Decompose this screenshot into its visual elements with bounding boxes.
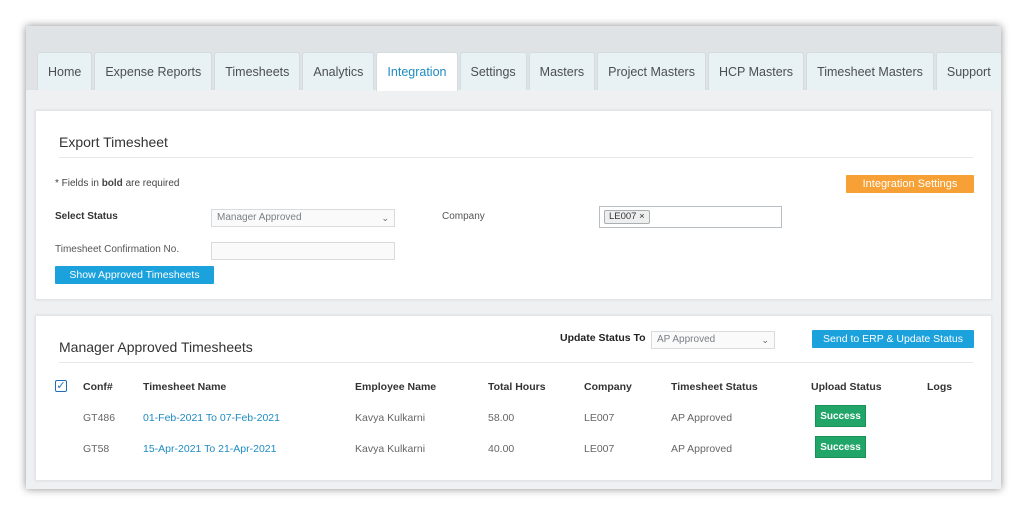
- update-status-value: AP Approved: [657, 334, 716, 345]
- tab-integration[interactable]: Integration: [376, 52, 458, 91]
- tab-masters[interactable]: Masters: [528, 52, 596, 90]
- confirmation-number-input[interactable]: [211, 242, 395, 260]
- select-status-dropdown[interactable]: Manager Approved ⌄: [211, 209, 395, 227]
- column-header-total-hours: Total Hours: [488, 381, 546, 393]
- app-window: Home Expense Reports Timesheets Analytic…: [26, 26, 1001, 489]
- export-timesheet-title: Export Timesheet: [59, 134, 168, 150]
- row-conf: GT58: [83, 443, 110, 455]
- tab-analytics[interactable]: Analytics: [302, 52, 375, 90]
- show-approved-timesheets-button[interactable]: Show Approved Timesheets: [55, 266, 214, 284]
- column-header-logs: Logs: [927, 381, 953, 393]
- timesheet-name-link[interactable]: 15-Apr-2021 To 21-Apr-2021: [143, 443, 276, 455]
- tab-support[interactable]: Support: [935, 52, 1001, 90]
- manager-approved-panel: Manager Approved Timesheets Update Statu…: [35, 315, 992, 481]
- row-hours: 40.00: [488, 443, 515, 455]
- chevron-down-icon: ⌄: [761, 335, 769, 345]
- row-status: AP Approved: [671, 412, 733, 424]
- tab-settings[interactable]: Settings: [459, 52, 527, 90]
- company-tag[interactable]: LE007 ×: [604, 210, 650, 224]
- tab-project-masters[interactable]: Project Masters: [597, 52, 706, 90]
- tab-home[interactable]: Home: [37, 52, 93, 90]
- column-header-upload-status: Upload Status: [811, 381, 882, 393]
- select-status-label: Select Status: [55, 211, 118, 222]
- confirmation-number-label: Timesheet Confirmation No.: [55, 244, 180, 255]
- top-navigation: Home Expense Reports Timesheets Analytic…: [26, 26, 1001, 91]
- tab-timesheets[interactable]: Timesheets: [214, 52, 301, 90]
- row-company: LE007: [584, 412, 615, 424]
- select-all-checkbox[interactable]: ✓: [55, 380, 67, 392]
- update-status-dropdown[interactable]: AP Approved ⌄: [651, 331, 775, 349]
- row-status: AP Approved: [671, 443, 733, 455]
- column-header-employee-name: Employee Name: [355, 381, 437, 393]
- company-label: Company: [442, 211, 485, 222]
- row-hours: 58.00: [488, 412, 515, 424]
- panel-divider: [59, 362, 973, 363]
- row-conf: GT486: [83, 412, 116, 424]
- timesheet-name-link[interactable]: 01-Feb-2021 To 07-Feb-2021: [143, 412, 280, 424]
- export-timesheet-panel: Export Timesheet * Fields in bold are re…: [35, 110, 992, 300]
- row-company: LE007: [584, 443, 615, 455]
- tab-timesheet-masters[interactable]: Timesheet Masters: [806, 52, 934, 90]
- column-header-timesheet-status: Timesheet Status: [671, 381, 758, 393]
- panel-divider: [59, 157, 973, 158]
- close-icon[interactable]: ×: [639, 211, 645, 222]
- integration-settings-button[interactable]: Integration Settings: [846, 175, 974, 193]
- update-status-label: Update Status To: [560, 332, 646, 344]
- chevron-down-icon: ⌄: [381, 213, 389, 223]
- upload-status-badge: Success: [815, 436, 866, 458]
- row-employee: Kavya Kulkarni: [355, 443, 426, 455]
- manager-approved-title: Manager Approved Timesheets: [59, 339, 253, 355]
- column-header-timesheet-name: Timesheet Name: [143, 381, 227, 393]
- required-fields-note: * Fields in bold are required: [55, 178, 180, 189]
- tab-list: Home Expense Reports Timesheets Analytic…: [37, 52, 1001, 91]
- row-employee: Kavya Kulkarni: [355, 412, 426, 424]
- column-header-company: Company: [584, 381, 632, 393]
- send-to-erp-button[interactable]: Send to ERP & Update Status: [812, 330, 974, 348]
- column-header-conf: Conf#: [83, 381, 113, 393]
- check-icon: ✓: [56, 380, 66, 392]
- tab-hcp-masters[interactable]: HCP Masters: [707, 52, 805, 90]
- select-status-value: Manager Approved: [217, 212, 302, 223]
- company-multiselect[interactable]: LE007 ×: [599, 206, 782, 228]
- tab-expense-reports[interactable]: Expense Reports: [94, 52, 213, 90]
- upload-status-badge: Success: [815, 405, 866, 427]
